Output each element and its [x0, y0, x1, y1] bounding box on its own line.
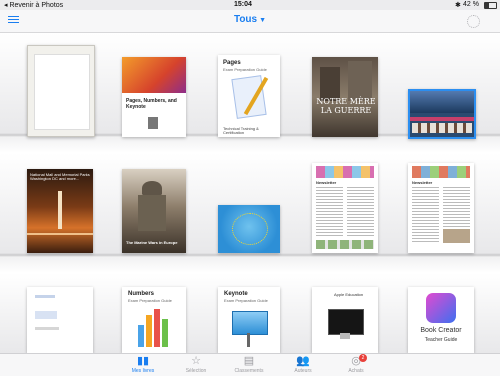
- purchases-badge: 2: [359, 354, 367, 362]
- book-cover-document[interactable]: [27, 287, 93, 353]
- book-cover-europe-flag[interactable]: [218, 205, 280, 253]
- tab-achats[interactable]: ◎ Achats 2: [326, 354, 386, 374]
- book-icon: ▮▮: [136, 355, 150, 367]
- book-cover-numbers-guide[interactable]: Numbers Exam Preparation Guide: [122, 287, 186, 353]
- battery-icon: [484, 2, 497, 9]
- back-to-photos-link[interactable]: ◂ Revenir à Photos: [4, 1, 63, 9]
- book-cover-newsletter-1[interactable]: Newsletter: [312, 163, 378, 253]
- book-cover-blank[interactable]: [27, 45, 95, 137]
- tab-mes-livres[interactable]: ▮▮ Mes livres: [113, 355, 173, 374]
- book-cover-soldier[interactable]: The Marine Wars in Europe: [122, 169, 186, 253]
- chevron-down-icon: ▼: [259, 17, 267, 24]
- book-cover-pages-guide[interactable]: Pages Exam Preparation Guide Technical T…: [218, 55, 280, 137]
- status-bar: ◂ Revenir à Photos 15:04 ✱ 42 %: [0, 0, 500, 10]
- tab-auteurs[interactable]: 👥 Auteurs: [273, 355, 333, 374]
- star-icon: ☆: [191, 355, 201, 367]
- navigation-bar: Tous ▼: [0, 10, 500, 33]
- list-grid-icon: ▤: [243, 355, 255, 367]
- book-cover-newsletter-2[interactable]: Newsletter: [408, 163, 474, 253]
- book-cover-pages-numbers-keynote[interactable]: Pages, Numbers, and Keynote: [122, 57, 186, 137]
- book-cover-notre-mere-la-guerre[interactable]: NOTRE MÈRE LA GUERRE: [312, 57, 378, 137]
- people-icon: 👥: [296, 355, 310, 367]
- bluetooth-icon: ✱: [455, 2, 461, 9]
- book-cover-photo-album[interactable]: [408, 89, 476, 139]
- status-time: 15:04: [234, 1, 252, 8]
- bookshelf: Pages, Numbers, and Keynote Pages Exam P…: [0, 33, 500, 353]
- tab-bar: ▮▮ Mes livres ☆ Sélection ▤ Classements …: [0, 353, 500, 376]
- book-cover-washington[interactable]: National Mall and Memorial Parks Washing…: [27, 169, 93, 253]
- book-cover-book-creator[interactable]: Book Creator Teacher Guide: [408, 287, 474, 353]
- cloud-download-icon: ◎: [351, 355, 361, 367]
- book-cover-keynote-guide[interactable]: Keynote Exam Preparation Guide: [218, 287, 280, 353]
- book-cover-display-guide[interactable]: Apple Education: [312, 287, 378, 353]
- sync-spinner-icon: [467, 15, 480, 28]
- tab-classements[interactable]: ▤ Classements: [219, 355, 279, 374]
- tab-selection[interactable]: ☆ Sélection: [166, 355, 226, 374]
- battery-level: 42 %: [463, 1, 479, 8]
- collection-title-button[interactable]: Tous ▼: [0, 14, 500, 25]
